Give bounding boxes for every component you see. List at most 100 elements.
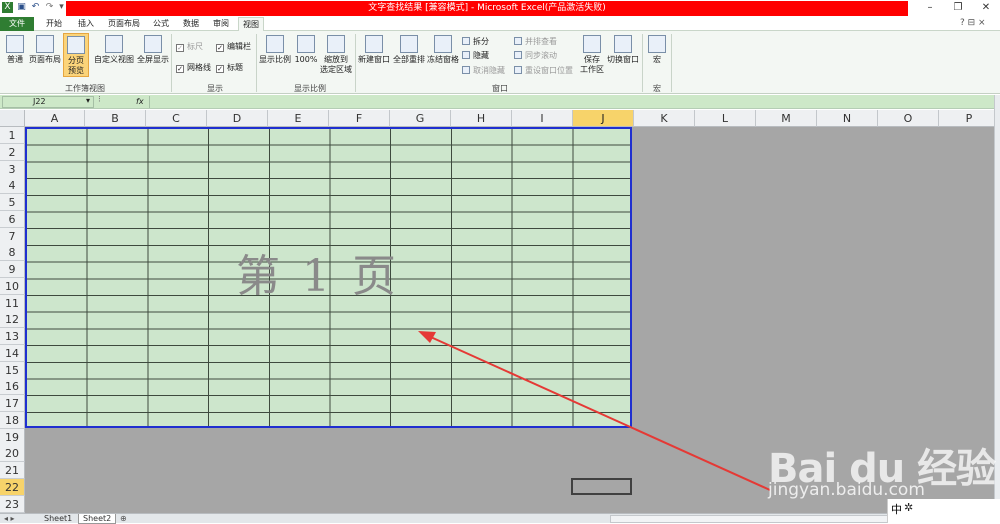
freeze-panes-icon [434,35,452,53]
save-icon[interactable]: ▣ [16,2,27,13]
reset-position-icon [514,66,522,74]
gear-icon[interactable]: ✲ [904,501,913,514]
custom-views-label: 自定义视图 [94,55,134,64]
new-window-icon [365,35,383,53]
save-workspace-button[interactable]: 保存 工作区 [578,35,606,75]
help-icon[interactable]: ? ⊟ ⨯ [960,18,986,28]
window-title: 文字查找结果 [兼容模式] - Microsoft Excel(产品激活失败) [368,3,606,13]
macros-icon [648,35,666,53]
ribbon: 普通 页面布局 分页 预览 自定义视图 全屏显示 工作簿视图 ✓ 标尺 ✓ 编辑栏 … [0,31,1000,94]
custom-views-button[interactable]: 自定义视图 [93,35,135,65]
headings-checkbox[interactable]: ✓ 标题 [216,63,243,73]
page-break-preview-label: 分页 预览 [68,56,84,75]
new-window-label: 新建窗口 [358,55,390,64]
baidu-url: jingyan.baidu.com [768,480,925,500]
redo-icon[interactable]: ↷ [44,2,55,13]
zoom-to-selection-label: 缩放到 选定区域 [320,55,352,74]
hide-label: 隐藏 [473,51,489,60]
group-label-show: 显示 [207,84,223,93]
zoom-selection-icon [327,35,345,53]
arrange-all-icon [400,35,418,53]
sync-scroll-icon [514,51,522,59]
arrow-line [423,333,771,491]
checkbox-checked-icon: ✓ [216,65,224,73]
ruler-label: 标尺 [187,42,203,51]
insert-function-icon[interactable]: fx [136,95,146,109]
gridlines-checkbox[interactable]: ✓ 网格线 [176,63,211,73]
reset-position-button[interactable]: 重设窗口位置 [514,66,573,76]
group-separator [671,34,672,92]
unhide-label: 取消隐藏 [473,66,505,75]
undo-icon[interactable]: ↶ [30,2,41,13]
ruler-checkbox[interactable]: ✓ 标尺 [176,42,203,52]
arrange-all-label: 全部重排 [393,55,425,64]
arrange-all-button[interactable]: 全部重排 [392,35,426,65]
group-separator [642,34,643,92]
reset-position-label: 重设窗口位置 [525,66,573,75]
checkbox-checked-icon: ✓ [176,65,184,73]
save-workspace-icon [583,35,601,53]
sync-scroll-button[interactable]: 同步滚动 [514,51,557,61]
group-label-workbook-views: 工作簿视图 [65,84,105,93]
freeze-panes-button[interactable]: 冻结窗格 [427,35,459,65]
ribbon-tabs: 文件 开始 插入 页面布局 公式 数据 审阅 视图 ? ⊟ ⨯ [0,17,1000,31]
insert-sheet-icon[interactable]: ⊕ [120,514,127,523]
view-side-by-side-button[interactable]: 并排查看 [514,37,557,47]
zoom-label: 显示比例 [259,55,291,64]
tab-data[interactable]: 数据 [178,17,204,31]
unhide-button[interactable]: 取消隐藏 [462,66,505,76]
formula-input[interactable] [149,96,994,108]
group-label-zoom: 显示比例 [294,84,326,93]
tab-file[interactable]: 文件 [0,17,34,31]
normal-view-icon [6,35,24,53]
page-break-preview-icon [67,36,85,54]
page-layout-label: 页面布局 [29,55,61,64]
sheet-nav-icon[interactable]: ◂ ▸ [4,514,15,523]
full-screen-button[interactable]: 全屏显示 [137,35,169,65]
name-box-dropdown-icon[interactable]: ▾ [86,96,90,105]
macros-label: 宏 [653,55,661,64]
ime-mode-label: 中 [891,503,902,516]
full-screen-icon [144,35,162,53]
zoom-button[interactable]: 显示比例 [259,35,291,65]
zoom-100-button[interactable]: 100% [294,35,318,65]
tab-view[interactable]: 视图 [238,17,264,31]
tab-insert[interactable]: 插入 [72,17,100,31]
group-label-window: 窗口 [492,84,508,93]
new-window-button[interactable]: 新建窗口 [358,35,390,65]
tab-formulas[interactable]: 公式 [148,17,174,31]
title-bar: X ▣ ↶ ↷ ▾ 文字查找结果 [兼容模式] - Microsoft Exce… [0,0,1000,17]
zoom-100-label: 100% [294,55,318,64]
hide-button[interactable]: 隐藏 [462,51,489,61]
tab-page-layout[interactable]: 页面布局 [104,17,144,31]
tab-review[interactable]: 审阅 [208,17,234,31]
ime-toolbar[interactable]: 中 ✲ [887,499,1000,523]
close-button[interactable]: ✕ [972,0,1000,16]
tab-home[interactable]: 开始 [40,17,68,31]
formula-expand-icon[interactable]: ⁝ [98,95,101,105]
zoom-100-icon [297,35,315,53]
split-button[interactable]: 拆分 [462,37,489,47]
group-separator [256,34,257,92]
headings-label: 标题 [227,63,243,72]
formula-bar-checkbox[interactable]: ✓ 编辑栏 [216,42,251,52]
switch-windows-button[interactable]: 切换窗口 [606,35,640,65]
page-break-preview-button[interactable]: 分页 预览 [63,33,89,77]
hide-icon [462,51,470,59]
restore-button[interactable]: ❐ [944,0,972,16]
checkbox-checked-icon: ✓ [216,44,224,52]
freeze-panes-label: 冻结窗格 [427,55,459,64]
group-separator [171,34,172,92]
switch-windows-icon [614,35,632,53]
normal-view-button[interactable]: 普通 [3,35,27,65]
normal-view-label: 普通 [7,55,23,64]
page-layout-view-button[interactable]: 页面布局 [29,35,61,65]
view-side-by-side-label: 并排查看 [525,37,557,46]
minimize-button[interactable]: – [916,0,944,16]
zoom-to-selection-button[interactable]: 缩放到 选定区域 [319,35,353,75]
formula-bar-label: 编辑栏 [227,42,251,51]
macros-button[interactable]: 宏 [646,35,668,65]
full-screen-label: 全屏显示 [137,55,169,64]
name-box[interactable]: J22 [2,96,94,108]
excel-logo-icon: X [2,2,13,13]
